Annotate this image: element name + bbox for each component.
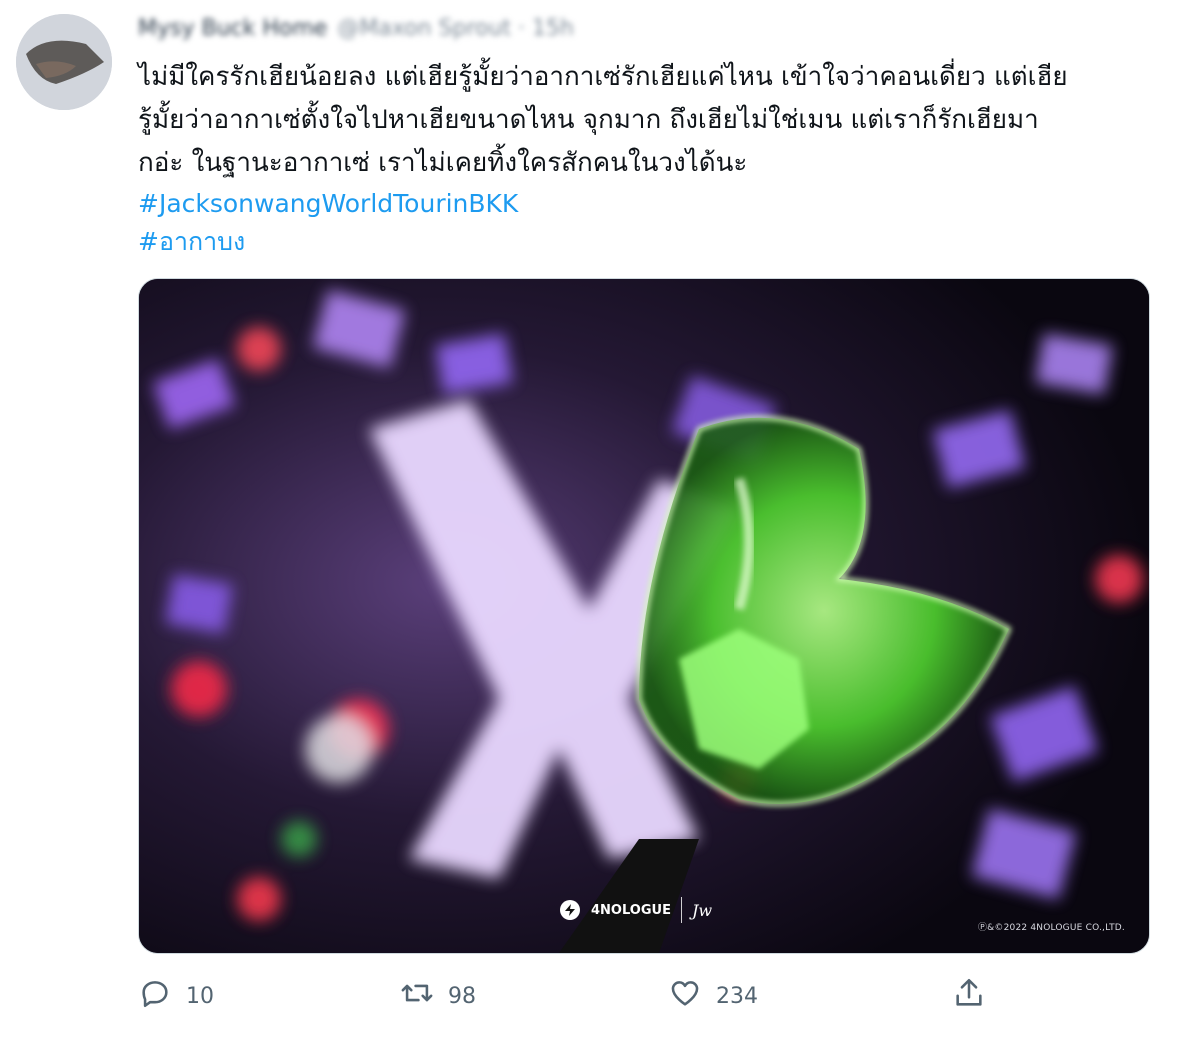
avatar[interactable] (16, 14, 112, 110)
tweet-card: Mysy Buck Home @Maxon Sprout · 15h ไม่มี… (0, 0, 1178, 1044)
tweet-text: ไม่มีใครรักเฮียน้อยลง แต่เฮียรู้มั้ยว่าอ… (138, 56, 1158, 259)
author-display-name[interactable]: Mysy Buck Home (138, 16, 327, 41)
author-handle[interactable]: @Maxon Sprout · 15h (337, 16, 574, 41)
share-icon (952, 976, 986, 1016)
reply-button[interactable]: 10 (138, 976, 214, 1016)
like-count: 234 (716, 983, 758, 1009)
hashtag-link[interactable]: #อากาบง (138, 225, 1158, 259)
retweet-icon (400, 976, 434, 1016)
reply-count: 10 (186, 983, 214, 1009)
media-watermark: 4NOLOGUE Jw (559, 897, 712, 923)
signature: Jw (691, 900, 713, 920)
hashtag-link[interactable]: #JacksonwangWorldTourinBKK (138, 187, 1158, 221)
like-button[interactable]: 234 (668, 976, 758, 1016)
lightstick-photo (139, 279, 1149, 953)
brand-logo-icon (559, 899, 581, 921)
brand-text: 4NOLOGUE (591, 902, 671, 918)
tweet-media-image[interactable]: 4NOLOGUE Jw Ⓟ&©2022 4NOLOGUE CO.,LTD. (138, 278, 1150, 954)
tweet-text-line: รู้มั้ยว่าอากาเซ่ตั้งใจไปหาเฮียขนาดไหน จ… (138, 105, 1039, 135)
tweet-text-line: ไม่มีใครรักเฮียน้อยลง แต่เฮียรู้มั้ยว่าอ… (138, 62, 1068, 92)
media-copyright: Ⓟ&©2022 4NOLOGUE CO.,LTD. (977, 923, 1125, 933)
reply-icon (138, 976, 172, 1016)
tweet-text-line: กอ่ะ ในฐานะอากาเซ่ เราไม่เคยทิ้งใครสักคน… (138, 148, 748, 178)
share-button[interactable] (952, 976, 986, 1016)
tweet-actions: 10 98 234 (138, 976, 998, 1024)
avatar-image (16, 14, 112, 110)
heart-icon (668, 976, 702, 1016)
tweet-header: Mysy Buck Home @Maxon Sprout · 15h (138, 8, 574, 48)
retweet-count: 98 (448, 983, 476, 1009)
brand-separator (680, 897, 682, 923)
retweet-button[interactable]: 98 (400, 976, 476, 1016)
